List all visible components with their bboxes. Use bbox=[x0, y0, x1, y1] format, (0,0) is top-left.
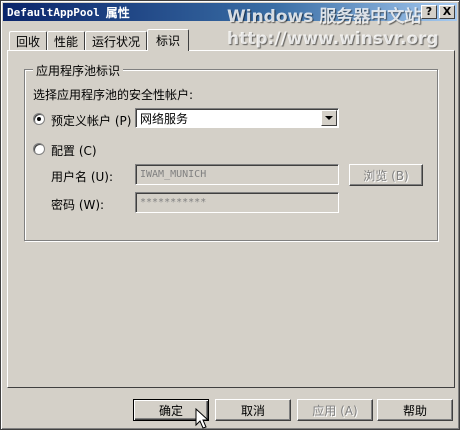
title-bar[interactable]: DefaultAppPool 属性 bbox=[3, 3, 457, 21]
identity-groupbox: 应用程序池标识 选择应用程序池的安全性帐户: 预定义帐户 (P) 网络服务 配置… bbox=[24, 62, 438, 241]
window-title-app: DefaultAppPool bbox=[7, 5, 100, 19]
group-title: 应用程序池标识 bbox=[33, 62, 124, 79]
chevron-down-icon[interactable] bbox=[321, 110, 337, 126]
predefined-account-value: 网络服务 bbox=[140, 111, 189, 126]
instruction-text: 选择应用程序池的安全性帐户: bbox=[33, 88, 194, 102]
username-input[interactable]: IWAM_MUNICH bbox=[135, 164, 339, 185]
properties-dialog: DefaultAppPool 属性 Windows 服务器中文站 http://… bbox=[0, 0, 460, 430]
cancel-button[interactable]: 取消 bbox=[215, 399, 291, 421]
predefined-radio[interactable] bbox=[33, 113, 45, 125]
tab-strip: 回收 性能 运行状况 标识 bbox=[9, 29, 190, 51]
window-title-suffix: 属性 bbox=[105, 5, 130, 20]
help-title-button[interactable]: ? bbox=[421, 5, 437, 19]
tab-performance[interactable]: 性能 bbox=[47, 31, 86, 51]
radio-dot-icon bbox=[37, 117, 41, 121]
tab-identity[interactable]: 标识 bbox=[147, 29, 190, 51]
username-label: 用户名 (U): bbox=[51, 170, 114, 184]
identity-tab-panel: 应用程序池标识 选择应用程序池的安全性帐户: 预定义帐户 (P) 网络服务 配置… bbox=[7, 50, 455, 388]
watermark-line2: http://www.winsvr.org bbox=[227, 29, 439, 49]
tab-recycling[interactable]: 回收 bbox=[9, 31, 48, 51]
close-button[interactable]: X bbox=[439, 5, 455, 19]
mouse-cursor-icon bbox=[195, 408, 210, 429]
password-input[interactable]: *********** bbox=[135, 192, 339, 213]
help-button[interactable]: 帮助 bbox=[377, 399, 453, 421]
browse-button[interactable]: 浏览 (B) bbox=[349, 164, 423, 186]
apply-button[interactable]: 应用 (A) bbox=[297, 399, 373, 421]
predefined-account-select[interactable]: 网络服务 bbox=[135, 108, 339, 128]
configurable-label[interactable]: 配置 (C) bbox=[51, 142, 97, 159]
predefined-label[interactable]: 预定义帐户 (P) bbox=[51, 112, 131, 129]
configurable-radio[interactable] bbox=[33, 143, 45, 155]
tab-health[interactable]: 运行状况 bbox=[85, 31, 148, 51]
password-label: 密码 (W): bbox=[51, 198, 105, 212]
